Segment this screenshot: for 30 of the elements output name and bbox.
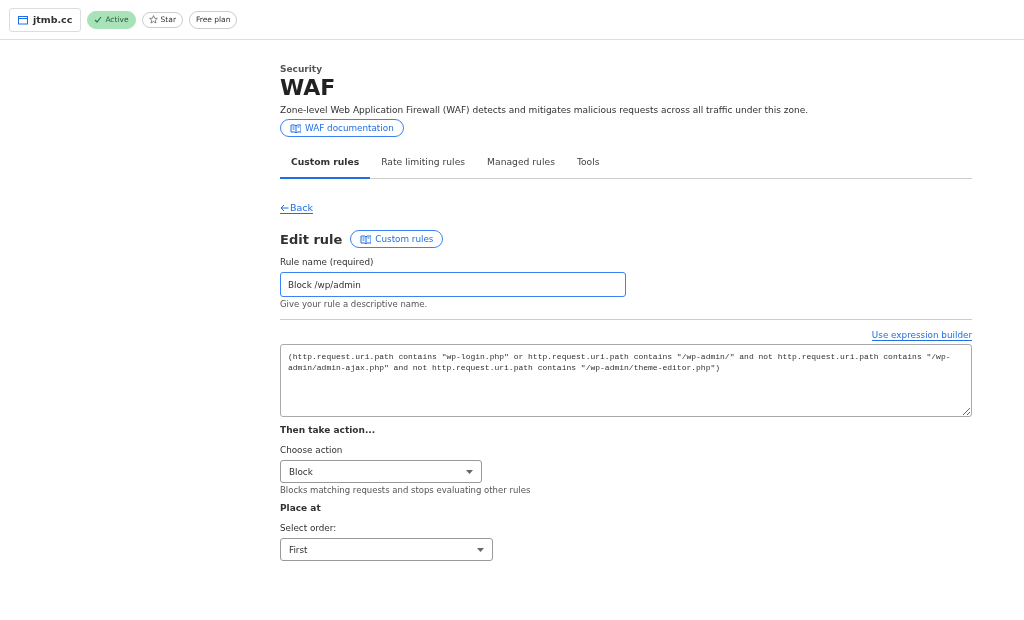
- window-icon: [18, 14, 28, 25]
- dropdown[interactable]: Block: [280, 460, 482, 483]
- expression-field[interactable]: (http.request.uri.path contains "wp-login.php" or http.request.uri.path contains "/wp-admin/" and not http.request.uri.path contains "/wp-admin/admin-ajax.php" and not http.request.uri.path contains "/wp-admin/theme-editor.php"): [280, 344, 972, 417]
- field-label: Rule name (required): [280, 257, 375, 267]
- section-heading: Place at: [280, 503, 322, 513]
- tab[interactable]: Rate limiting rules: [370, 147, 477, 179]
- expression-builder-link[interactable]: Use expression builder: [871, 330, 972, 341]
- check-icon: [94, 15, 103, 24]
- page-description: Zone-level Web Application Firewall (WAF) detects and mitigates malicious requests across all traffic under this zone.: [280, 105, 810, 115]
- caret-icon: [466, 469, 473, 474]
- tab[interactable]: Tools: [565, 147, 611, 179]
- zone-button[interactable]: jtmb.cc: [9, 7, 82, 32]
- back-link[interactable]: Back: [280, 202, 314, 214]
- field-label: Select order:: [280, 523, 338, 533]
- book-icon: [290, 122, 301, 134]
- star-icon: [148, 15, 158, 24]
- section-title: Edit rule: [280, 231, 343, 247]
- tab[interactable]: Managed rules: [476, 147, 566, 179]
- tab[interactable]: Custom rules: [280, 147, 371, 179]
- field-hint: Give your rule a descriptive name.: [280, 299, 429, 309]
- section-heading: Then take action...: [280, 425, 377, 435]
- field-hint: Blocks matching requests and stops evaluating other rules: [280, 485, 532, 495]
- book-icon: [360, 233, 372, 245]
- section-label: Security: [280, 64, 324, 74]
- dropdown[interactable]: First: [280, 538, 493, 561]
- page-title: WAF: [280, 75, 337, 100]
- rule-name-field[interactable]: Block /wp/admin: [280, 272, 626, 297]
- field-label: Choose action: [280, 445, 344, 455]
- arrow-left-icon: [280, 203, 289, 212]
- caret-icon: [477, 547, 484, 552]
